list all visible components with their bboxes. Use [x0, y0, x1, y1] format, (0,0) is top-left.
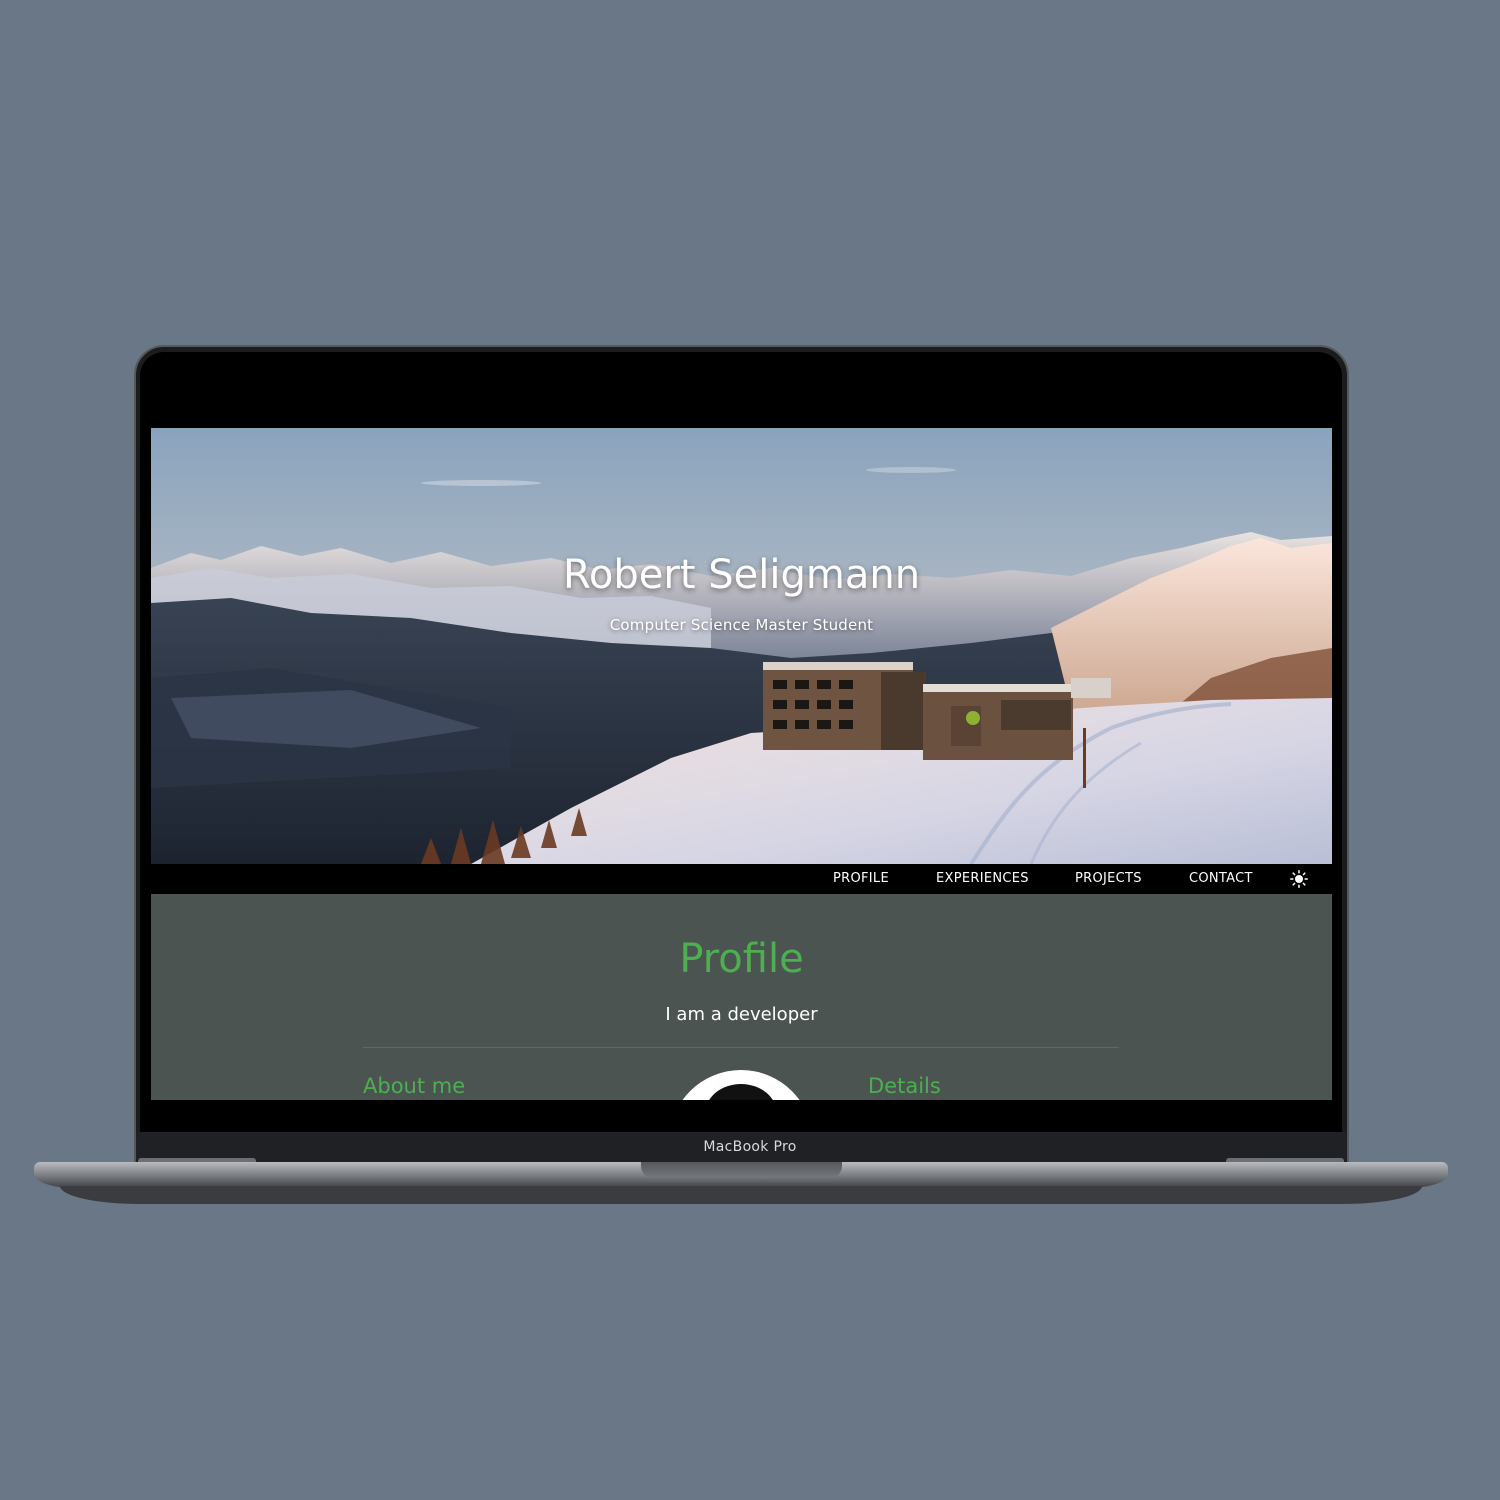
device-label: MacBook Pro — [703, 1139, 797, 1155]
hero-title: Robert Seligmann — [562, 552, 921, 598]
website-viewport: Robert Seligmann Computer Science Master… — [151, 428, 1332, 1100]
sun-icon[interactable] — [1290, 870, 1308, 888]
profile-heading: Profile — [679, 936, 804, 982]
profile-tagline: I am a developer — [665, 1004, 818, 1025]
hero-landscape-image — [151, 428, 1332, 864]
laptop-notch — [641, 1162, 842, 1178]
laptop-base-bottom — [60, 1186, 1422, 1204]
avatar — [669, 1070, 813, 1100]
hero-banner: Robert Seligmann Computer Science Master… — [151, 428, 1332, 864]
profile-section: Profile I am a developer About me Detail… — [151, 894, 1332, 1100]
details-heading: Details — [868, 1074, 941, 1098]
nav-link-profile[interactable]: PROFILE — [833, 871, 889, 886]
nav-link-experiences[interactable]: EXPERIENCES — [936, 871, 1029, 886]
main-navbar: PROFILE EXPERIENCES PROJECTS CONTACT — [151, 864, 1332, 894]
nav-link-projects[interactable]: PROJECTS — [1075, 871, 1142, 886]
avatar-photo — [705, 1084, 777, 1100]
section-divider — [363, 1047, 1119, 1048]
about-me-heading: About me — [363, 1074, 466, 1098]
hero-subtitle: Computer Science Master Student — [609, 616, 874, 634]
nav-link-contact[interactable]: CONTACT — [1189, 871, 1253, 886]
